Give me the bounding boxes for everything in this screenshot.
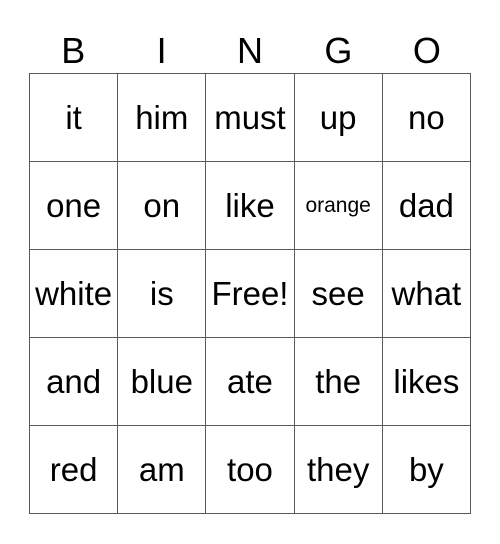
grid-row: red am too they by xyxy=(28,425,472,514)
bingo-cell[interactable]: likes xyxy=(381,337,472,426)
bingo-cell[interactable]: the xyxy=(293,337,383,426)
bingo-cell[interactable]: up xyxy=(293,73,383,162)
bingo-cell[interactable]: what xyxy=(381,249,472,338)
header-letter-g: G xyxy=(324,30,353,71)
bingo-cell[interactable]: on xyxy=(117,161,207,250)
free-space-cell[interactable]: Free! xyxy=(205,249,295,338)
bingo-cell[interactable]: by xyxy=(381,425,472,514)
bingo-cell[interactable]: it xyxy=(28,73,119,162)
bingo-cell[interactable]: like xyxy=(205,161,295,250)
grid-row: and blue ate the likes xyxy=(28,337,472,426)
grid-row: one on like orange dad xyxy=(28,161,472,250)
bingo-cell[interactable]: one xyxy=(28,161,119,250)
bingo-cell[interactable]: red xyxy=(28,425,119,514)
bingo-grid: it him must up no one on like orange dad white is Fr… xyxy=(28,73,472,514)
bingo-cell[interactable]: no xyxy=(381,73,472,162)
bingo-cell[interactable]: too xyxy=(205,425,295,514)
bingo-header: B I N G O xyxy=(29,28,471,73)
bingo-cell[interactable]: see xyxy=(293,249,383,338)
grid-row: white is Free! see what xyxy=(28,249,472,338)
header-letter-i: I xyxy=(156,30,167,71)
bingo-cell[interactable]: they xyxy=(293,425,383,514)
bingo-cell[interactable]: white xyxy=(28,249,119,338)
bingo-cell[interactable]: dad xyxy=(381,161,472,250)
bingo-cell[interactable]: ate xyxy=(205,337,295,426)
bingo-cell[interactable]: and xyxy=(28,337,119,426)
bingo-cell[interactable]: him xyxy=(117,73,207,162)
bingo-cell[interactable]: orange xyxy=(293,161,383,250)
grid-row: it him must up no xyxy=(28,73,472,162)
bingo-cell[interactable]: blue xyxy=(117,337,207,426)
bingo-cell[interactable]: am xyxy=(117,425,207,514)
header-letter-o: O xyxy=(412,30,441,71)
header-letter-b: B xyxy=(61,30,86,71)
bingo-cell[interactable]: is xyxy=(117,249,207,338)
bingo-cell[interactable]: must xyxy=(205,73,295,162)
header-letter-n: N xyxy=(237,30,264,71)
